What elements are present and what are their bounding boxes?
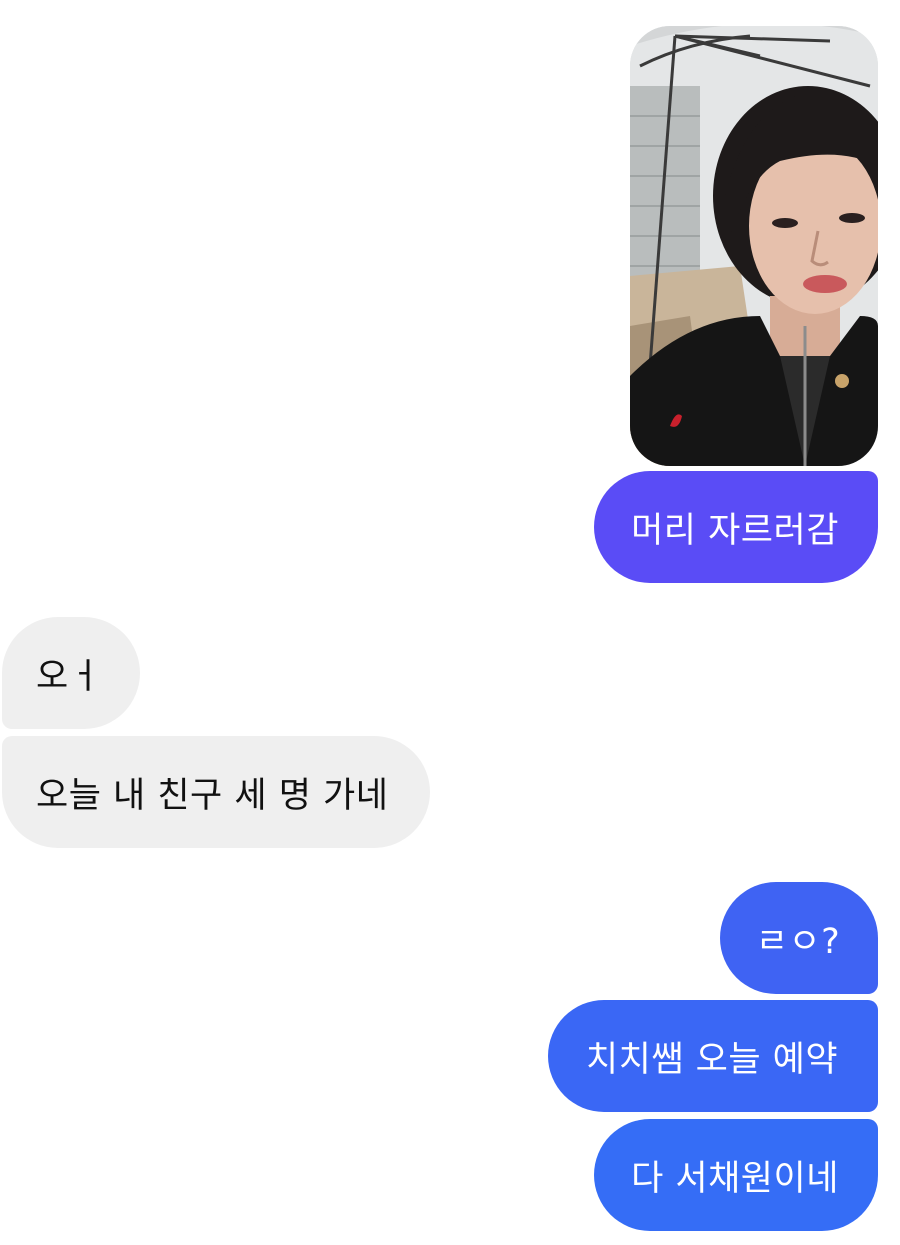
message-bubble-outgoing[interactable]: 머리 자르러감 — [594, 471, 878, 583]
photo-message[interactable] — [630, 26, 878, 466]
message-text: 치치쌤 오늘 예약 — [585, 1039, 839, 1080]
message-bubble-outgoing[interactable]: 치치쌤 오늘 예약 — [548, 1000, 878, 1112]
message-bubble-outgoing[interactable]: 다 서채원이네 — [594, 1119, 878, 1231]
message-text: ㄹㅇ? — [755, 921, 841, 962]
selfie-image — [630, 26, 878, 466]
message-text: 오ㅓ — [36, 656, 102, 697]
message-text: 오늘 내 친구 세 명 가네 — [36, 775, 389, 816]
message-bubble-incoming[interactable]: 오늘 내 친구 세 명 가네 — [2, 736, 430, 848]
message-text: 다 서채원이네 — [631, 1158, 839, 1199]
message-bubble-incoming[interactable]: 오ㅓ — [2, 617, 140, 729]
message-text: 머리 자르러감 — [631, 510, 839, 551]
message-bubble-outgoing[interactable]: ㄹㅇ? — [720, 882, 878, 994]
